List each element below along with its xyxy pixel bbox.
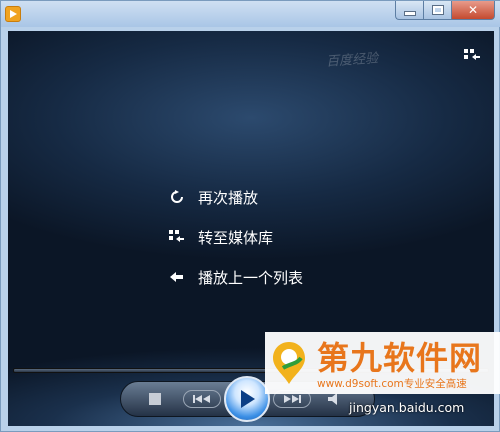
menu-item-label: 再次播放 bbox=[198, 188, 259, 207]
play-icon bbox=[241, 390, 255, 408]
stop-button[interactable] bbox=[149, 393, 161, 405]
volume-icon bbox=[328, 393, 337, 405]
minimize-icon bbox=[403, 10, 416, 16]
previous-track-icon bbox=[193, 395, 210, 403]
minimize-button[interactable] bbox=[395, 1, 423, 20]
replay-icon bbox=[168, 188, 186, 206]
brand-title: 第九软件网 bbox=[317, 339, 483, 377]
previous-button[interactable] bbox=[183, 390, 221, 408]
play-button[interactable] bbox=[224, 376, 270, 422]
close-button[interactable]: ✕ bbox=[451, 1, 495, 20]
menu-item-go-to-library[interactable]: 转至媒体库 bbox=[168, 217, 368, 257]
menu-item-replay[interactable]: 再次播放 bbox=[168, 177, 368, 217]
brand-subtitle: www.d9soft.com专业安全高速 bbox=[317, 378, 467, 390]
next-track-icon bbox=[284, 395, 301, 403]
media-player-icon[interactable] bbox=[5, 6, 21, 22]
library-icon bbox=[168, 228, 186, 246]
back-arrow-icon bbox=[168, 268, 186, 286]
maximize-icon bbox=[431, 5, 444, 15]
menu-item-label: 播放上一个列表 bbox=[198, 268, 304, 287]
brand-logo-icon bbox=[273, 342, 305, 384]
player-window: ✕ 百度经验 再次播放 转至媒体库 播放上一个列表 第九软件网 www.d9so… bbox=[0, 0, 500, 432]
switch-to-library-icon[interactable] bbox=[463, 48, 481, 64]
maximize-button[interactable] bbox=[423, 1, 451, 20]
baidu-watermark: jingyan.baidu.com bbox=[349, 400, 465, 415]
window-controls: ✕ bbox=[395, 1, 495, 21]
end-of-playback-menu: 再次播放 转至媒体库 播放上一个列表 bbox=[168, 177, 368, 297]
title-bar[interactable]: ✕ bbox=[1, 1, 500, 27]
site-watermark: 第九软件网 www.d9soft.com专业安全高速 bbox=[265, 332, 500, 394]
close-icon: ✕ bbox=[467, 3, 479, 17]
menu-item-play-previous-list[interactable]: 播放上一个列表 bbox=[168, 257, 368, 297]
watermark-text: 百度经验 bbox=[325, 51, 379, 70]
menu-item-label: 转至媒体库 bbox=[198, 228, 274, 247]
